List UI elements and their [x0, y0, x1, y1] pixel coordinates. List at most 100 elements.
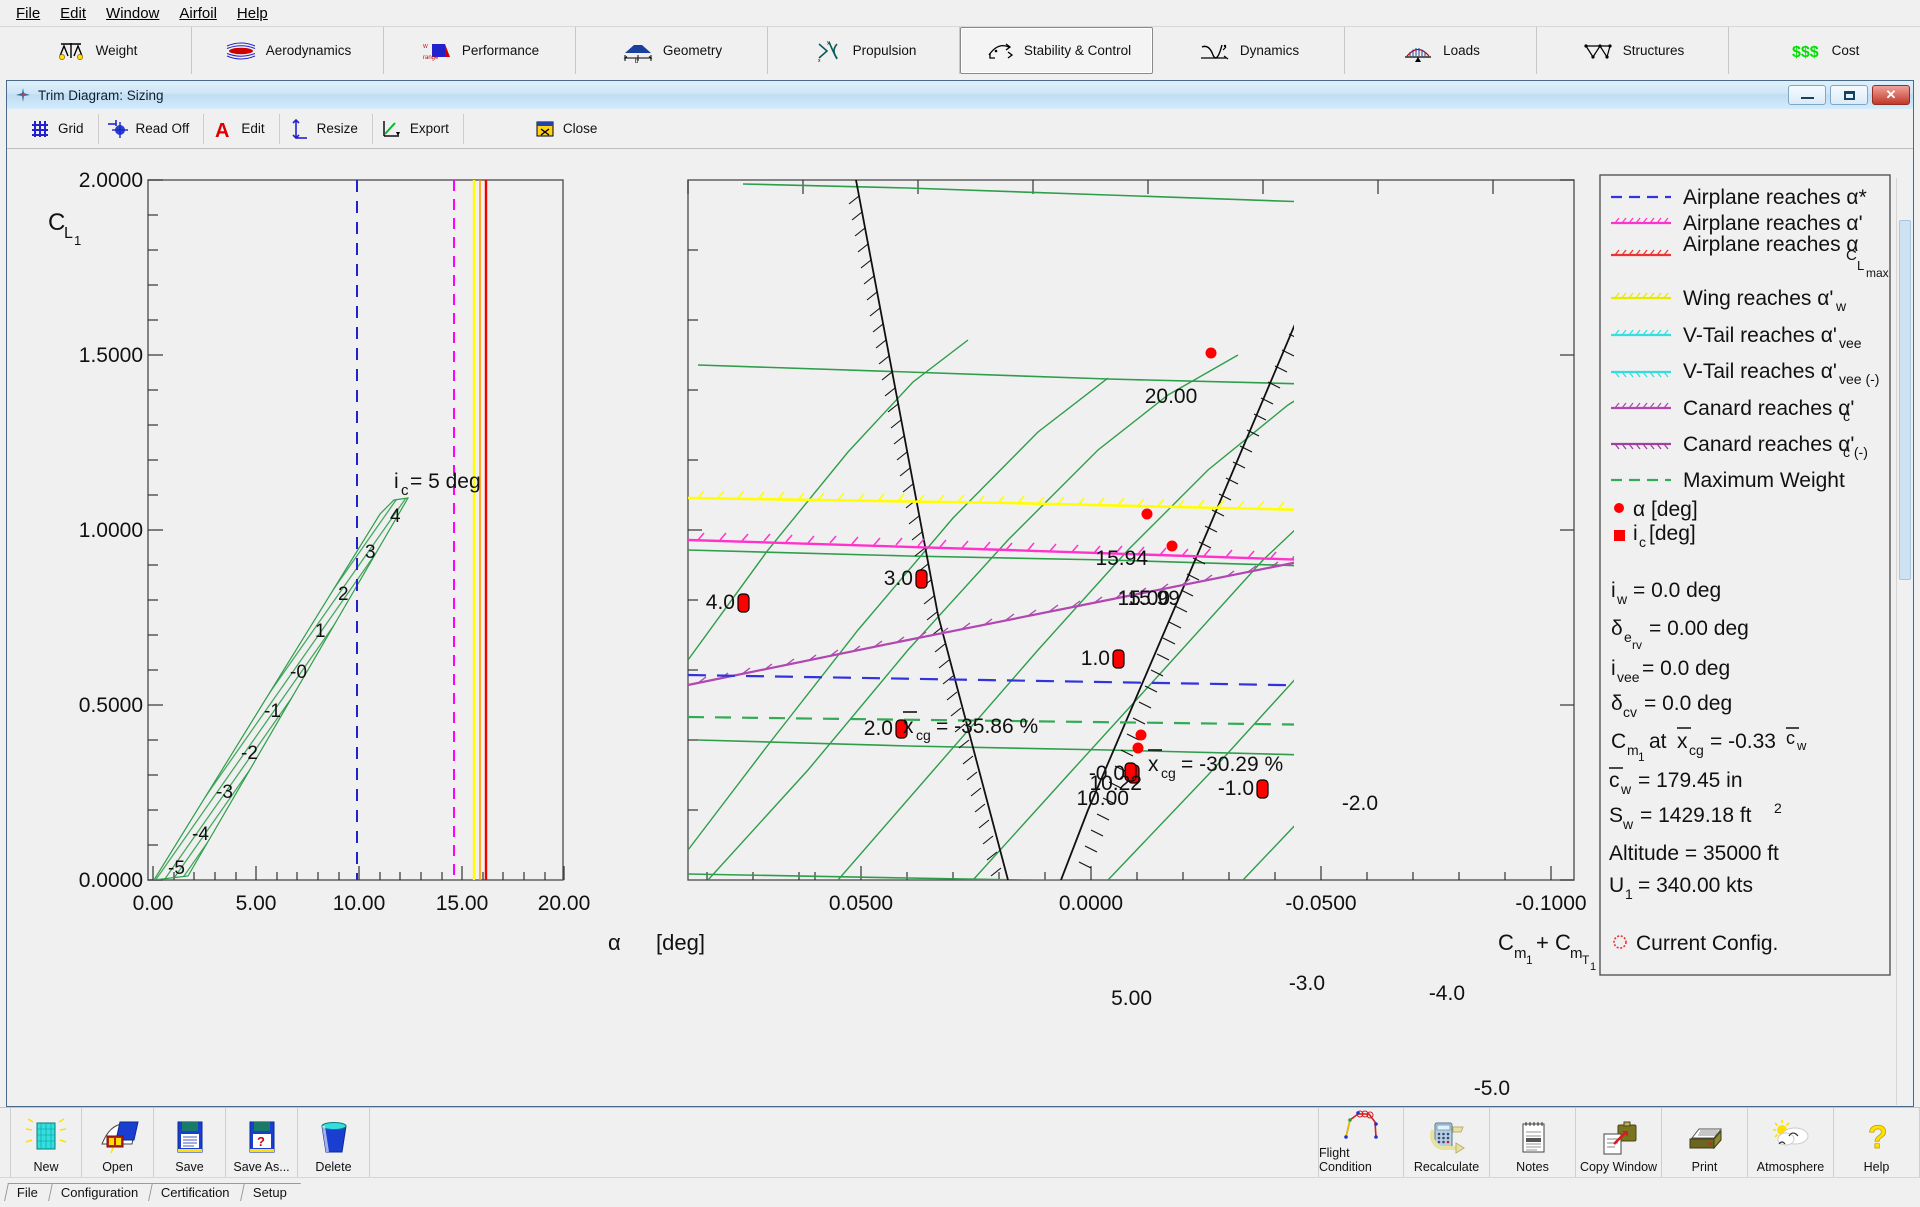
menu-bar: File Edit Window Airfoil Help [0, 0, 1920, 26]
menu-item-file[interactable]: File [6, 3, 50, 24]
recalculate-button[interactable]: Recalculate [1404, 1108, 1490, 1178]
svg-text:-0: -0 [290, 662, 307, 683]
svg-text:C: C [1498, 930, 1514, 955]
balance-scale-icon [54, 38, 88, 64]
svg-text:[deg]: [deg] [1649, 522, 1696, 545]
save-as-button[interactable]: ? Save As... [226, 1108, 298, 1178]
wing-span-icon: b [621, 38, 655, 65]
svg-text:at: at [1649, 730, 1667, 753]
load-distribution-icon [1401, 38, 1435, 64]
svg-text:m: m [1627, 742, 1639, 758]
close-icon: ✕ [1885, 87, 1897, 102]
print-button[interactable]: Print [1662, 1108, 1748, 1178]
svg-text:-3: -3 [216, 782, 233, 803]
menu-file-label: File [16, 4, 41, 22]
window-buttons: ✕ [1788, 85, 1910, 105]
atmosphere-button[interactable]: Atmosphere [1748, 1108, 1834, 1178]
maximize-icon [1843, 90, 1855, 100]
svg-text:c: c [1843, 408, 1850, 424]
svg-text:= 0.0 deg: = 0.0 deg [1644, 692, 1732, 715]
sheet-tab-certification[interactable]: Certification [148, 1183, 244, 1202]
sheet-tab-configuration[interactable]: Configuration [48, 1183, 153, 1202]
save-button[interactable]: Save [154, 1108, 226, 1178]
open-button[interactable]: Open [82, 1108, 154, 1178]
bottom-toolbar: New Open Save ? Save As... Delete Flight… [0, 1107, 1920, 1178]
resize-button[interactable]: Resize [280, 113, 373, 144]
module-tab-dynamics[interactable]: Dynamics [1153, 27, 1345, 74]
delete-button[interactable]: Delete [298, 1108, 370, 1178]
module-tab-structures[interactable]: Structures [1537, 27, 1729, 74]
close-button[interactable]: ✕ [1872, 85, 1910, 105]
module-tab-loads[interactable]: Loads [1345, 27, 1537, 74]
module-tab-dynamics-label: Dynamics [1239, 43, 1300, 58]
scrollbar-thumb[interactable] [1899, 220, 1911, 580]
help-button[interactable]: ? Help [1834, 1108, 1920, 1178]
bottom-toolbar-spacer [370, 1108, 1318, 1177]
notepad-icon [1511, 1118, 1555, 1158]
window-title-bar[interactable]: Trim Diagram: Sizing ✕ [7, 81, 1913, 109]
sheet-tab-setup[interactable]: Setup [240, 1183, 301, 1202]
calculator-icon [1425, 1118, 1469, 1158]
svg-text:A: A [215, 120, 229, 140]
svg-text:range: range [423, 55, 439, 61]
module-tab-weight[interactable]: Weight [0, 27, 192, 74]
menu-item-help[interactable]: Help [227, 3, 278, 24]
edit-button-label: Edit [241, 121, 265, 136]
module-tab-aerodynamics[interactable]: Aerodynamics [192, 27, 384, 74]
y-tick-2: 1.0000 [79, 519, 143, 542]
right-xtick-0: 0.0500 [829, 892, 893, 915]
legend-marker-ic-icon [1614, 530, 1625, 541]
grid-button-label: Grid [58, 121, 84, 136]
legend-label-4: V-Tail reaches α' [1683, 324, 1837, 347]
module-tab-geometry[interactable]: b Geometry [576, 27, 768, 74]
svg-text:2: 2 [1774, 800, 1782, 816]
svg-text:1: 1 [1590, 961, 1596, 973]
maximize-button[interactable] [1830, 85, 1868, 105]
svg-text:T: T [1582, 953, 1590, 967]
menu-item-edit[interactable]: Edit [50, 3, 96, 24]
sheet-tab-configuration-label: Configuration [60, 1185, 139, 1201]
menu-item-airfoil[interactable]: Airfoil [169, 3, 227, 24]
new-document-icon [24, 1118, 68, 1158]
flight-condition-button[interactable]: Flight Condition [1318, 1108, 1404, 1178]
open-folder-icon [96, 1118, 140, 1158]
svg-text:= -0.33: = -0.33 [1710, 730, 1776, 753]
edit-button[interactable]: A Edit [204, 113, 280, 144]
truss-icon [1581, 38, 1615, 64]
save-button-label: Save [175, 1160, 204, 1175]
svg-text:W: W [423, 44, 428, 50]
floppy-save-icon [168, 1118, 212, 1158]
svg-text:1: 1 [315, 621, 326, 642]
copy-window-button[interactable]: Copy Window [1576, 1108, 1662, 1178]
module-tab-stability-and-control[interactable]: Stability & Control [960, 27, 1153, 74]
svg-text:1: 1 [74, 233, 81, 248]
grid-button[interactable]: Grid [21, 113, 99, 144]
legend-marker-label-0: α [deg] [1633, 498, 1698, 521]
module-tab-cost[interactable]: $$$ Cost [1729, 27, 1920, 74]
ic-label-40: 4.0 [706, 591, 735, 614]
menu-item-window[interactable]: Window [96, 3, 169, 24]
close-diagram-button[interactable]: Close [526, 114, 612, 144]
svg-text:w: w [1622, 816, 1634, 832]
module-tab-performance[interactable]: Wrange Performance [384, 27, 576, 74]
sheet-tab-file[interactable]: File [4, 1183, 52, 1202]
svg-text:i: i [1611, 657, 1616, 680]
module-tab-propulsion-label: Propulsion [852, 43, 917, 58]
delete-button-label: Delete [315, 1160, 352, 1175]
module-tab-propulsion[interactable]: yx Propulsion [768, 27, 960, 74]
minimize-button[interactable] [1788, 85, 1826, 105]
vertical-scrollbar[interactable] [1896, 178, 1912, 1106]
airfoil-flow-icon [224, 38, 258, 64]
export-button[interactable]: Export [373, 113, 464, 144]
notes-button[interactable]: Notes [1490, 1108, 1576, 1178]
trim-diagram-plot[interactable]: 2.0000 1.5000 1.0000 0.5000 0.0000 C L 1 [8, 150, 1912, 1106]
ic-label-m10: -1.0 [1218, 777, 1254, 800]
new-button[interactable]: New [10, 1108, 82, 1178]
ic-label-30: 3.0 [884, 567, 913, 590]
svg-text:-2: -2 [241, 743, 258, 764]
svg-text:-5: -5 [168, 858, 185, 879]
module-tab-structures-label: Structures [1622, 43, 1685, 58]
right-xtick-3: -0.1000 [1515, 892, 1586, 915]
read-off-button[interactable]: Read Off [99, 113, 205, 144]
svg-text:cg: cg [916, 727, 931, 743]
